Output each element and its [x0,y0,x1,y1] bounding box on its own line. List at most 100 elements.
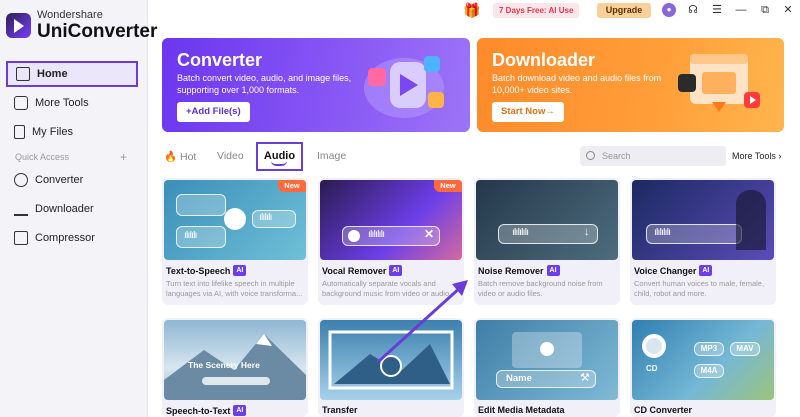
tool-card-text-to-speech[interactable]: ıIıIıIı ıIıIıIı New Text-to-Speech AI Tur… [162,178,308,305]
text-to-speech-thumbnail: ıIıIıIı ıIıIıIı [164,180,306,260]
tool-card-title: Vocal Remover [322,265,387,276]
ai-badge: AI [233,405,247,416]
upgrade-button[interactable]: Upgrade [597,3,651,18]
singer-silhouette-icon [736,190,766,250]
mic-icon [348,230,360,242]
brand-company: Wondershare [37,9,103,21]
quick-access-label: Quick Access [15,152,70,162]
downloader-banner-desc: Batch download video and audio files fro… [492,73,662,95]
converter-art-icon [364,56,444,118]
download-arrow-icon: ↓ [584,226,590,238]
menu-icon[interactable]: ☰ [710,3,724,17]
tool-card-desc: Convert human voices to male, female, ch… [634,279,765,298]
tool-card-edit-media-metadata[interactable]: Name ⚒ Edit Media Metadata [474,318,620,417]
cd-label: CD [646,364,658,373]
tool-card-voice-changer[interactable]: ıIıIıIıIı Voice Changer AI Convert human … [630,178,776,305]
noise-remover-thumbnail: ıIıIıIıIı ↓ [476,180,618,260]
maximize-button[interactable]: ⧉ [758,3,772,17]
home-icon [16,67,30,81]
ai-badge: AI [389,265,403,276]
sidebar-item-my-files[interactable]: My Files [6,119,138,145]
add-files-button[interactable]: +Add File(s) [177,102,250,122]
tool-card-speech-to-text[interactable]: The Scenery Here Speech-to-Text AI [162,318,308,417]
sidebar-item-label: Converter [35,174,84,186]
tool-card-vocal-remover[interactable]: ıIıIıIıIı ✕ New Vocal Remover AI Automati… [318,178,464,305]
converter-banner[interactable]: Converter Batch convert video, audio, an… [162,38,470,132]
tool-card-title: CD Converter [634,405,693,415]
search-input[interactable]: Search [580,146,726,166]
edit-metadata-thumbnail: Name ⚒ [476,320,618,400]
title-bar: 🎁 7 Days Free: AI Use Upgrade ● ☊ ☰ — ⧉ … [148,0,800,22]
sidebar-item-downloader[interactable]: Downloader [6,196,138,222]
search-icon [586,151,595,160]
tool-card-title: Voice Changer [634,265,697,276]
sidebar-item-label: Downloader [35,203,94,215]
tool-card-desc: Turn text into lifelike speech in multip… [166,279,303,298]
brand: Wondershare UniConverter [6,10,157,41]
tool-card-cd-converter[interactable]: CD MP3 MAV M4A CD Converter [630,318,776,417]
wrench-icon: ⚒ [580,372,590,384]
mav-format-chip: MAV [730,342,760,356]
ai-badge: AI [699,265,713,276]
minimize-button[interactable]: — [734,3,748,17]
mp3-format-chip: MP3 [694,342,724,356]
slider-icon [202,377,270,385]
cd-disc-icon [642,334,666,358]
sidebar-item-more-tools[interactable]: More Tools [6,90,138,116]
converter-banner-title: Converter [177,50,263,70]
tool-card-noise-remover[interactable]: ıIıIıIıIı ↓ Noise Remover AI Batch remove… [474,178,620,305]
file-icon [14,125,25,139]
metadata-name-field: Name [506,373,532,384]
close-icon: ✕ [424,227,435,241]
tool-card-desc: Automatically separate vocals and backgr… [322,279,452,298]
speech-to-text-thumbnail: The Scenery Here [164,320,306,400]
tool-card-title: Noise Remover [478,265,544,276]
transfer-thumbnail [320,320,462,400]
vocal-remover-thumbnail: ıIıIıIıIı ✕ [320,180,462,260]
more-tools-link[interactable]: More Tools › [732,151,781,161]
toolbox-icon [14,96,28,110]
close-button[interactable]: ✕ [781,3,795,17]
m4a-format-chip: M4A [694,364,724,378]
user-avatar-icon[interactable]: ● [662,3,676,17]
gift-icon[interactable]: 🎁 [463,3,480,18]
tab-video[interactable]: Video [217,150,244,162]
quick-access-add-button[interactable]: + [120,150,127,164]
tool-card-desc: Batch remove background noise from video… [478,279,603,298]
tool-card-title: Edit Media Metadata [478,405,565,415]
cd-converter-thumbnail: CD MP3 MAV M4A [632,320,774,400]
sidebar-item-compressor[interactable]: Compressor [6,225,138,251]
downloader-banner[interactable]: Downloader Batch download video and audi… [477,38,784,132]
tool-card-title: Text-to-Speech [166,265,231,276]
tab-image[interactable]: Image [317,150,346,162]
converter-banner-desc: Batch convert video, audio, and image fi… [177,73,352,95]
sidebar-item-home[interactable]: Home [6,61,138,87]
start-now-button[interactable]: Start Now→ [492,102,564,122]
uniconverter-logo-icon [6,13,31,38]
tool-card-transfer[interactable]: Transfer [318,318,464,417]
convert-icon [224,208,246,230]
film-strip-icon [328,330,454,390]
promo-badge[interactable]: 7 Days Free: AI Use [493,3,580,18]
new-badge: New [278,180,306,192]
sidebar-item-label: My Files [32,126,73,138]
sidebar-item-label: Home [37,68,68,80]
new-badge: New [434,180,462,192]
download-icon [14,202,28,216]
tool-card-title: Transfer [322,405,358,415]
tool-card-title: Speech-to-Text [166,405,231,416]
converter-icon [14,173,28,187]
ai-badge: AI [546,265,560,276]
tab-hot[interactable]: 🔥 Hot [164,150,196,163]
sidebar-item-converter[interactable]: Converter [6,167,138,193]
scenery-caption: The Scenery Here [188,360,260,370]
sidebar-item-label: More Tools [35,97,89,109]
headset-icon[interactable]: ☊ [686,3,700,17]
downloader-banner-title: Downloader [492,50,596,70]
brand-product: UniConverter [37,21,158,42]
sidebar-item-label: Compressor [35,232,95,244]
downloader-art-icon [678,54,760,112]
ai-badge: AI [233,265,247,276]
tab-audio[interactable]: Audio [256,142,303,171]
compress-icon [14,231,28,245]
